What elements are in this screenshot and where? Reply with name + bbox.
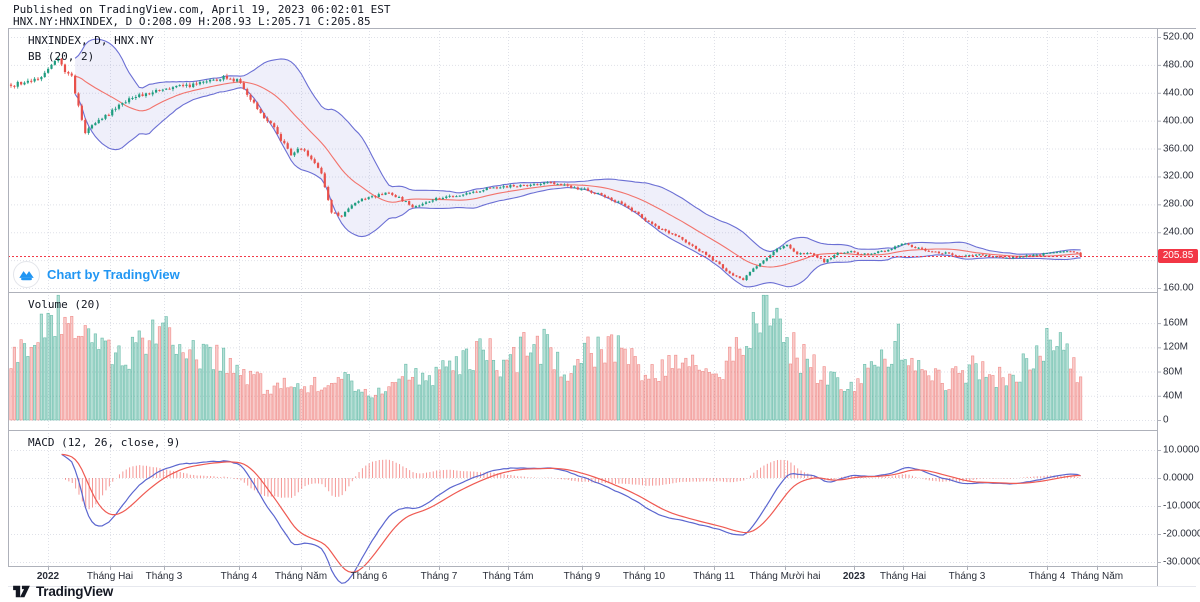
time-tick-label: 2022 xyxy=(36,571,60,582)
price-tick-label: 520.00 xyxy=(1163,31,1194,43)
price-tick-label: 280.00 xyxy=(1163,198,1194,210)
time-tick-label: Tháng 3 xyxy=(948,571,986,582)
macd-legend[interactable]: MACD (12, 26, close, 9) xyxy=(28,436,180,449)
time-tick-mark xyxy=(714,566,715,570)
price-tick-label: 400.00 xyxy=(1163,115,1194,127)
tradingview-cloud-icon xyxy=(13,261,40,288)
time-tick-label: Tháng 4 xyxy=(1028,571,1066,582)
price-tick-label: 480.00 xyxy=(1163,59,1194,71)
time-tick-label: Tháng Tám xyxy=(482,571,534,582)
volume-tick-label: 0 xyxy=(1163,414,1169,426)
price-tick-label: 320.00 xyxy=(1163,170,1194,182)
time-tick-label: Tháng 3 xyxy=(145,571,183,582)
price-tick-label: 240.00 xyxy=(1163,226,1194,238)
time-tick-label: Tháng 10 xyxy=(622,571,666,582)
tradingview-watermark-link[interactable]: Chart by TradingView xyxy=(13,261,180,288)
time-tick-mark xyxy=(301,566,302,570)
price-tick-label: 160.00 xyxy=(1163,282,1194,294)
time-tick-label: Tháng 7 xyxy=(420,571,458,582)
volume-legend[interactable]: Volume (20) xyxy=(28,298,101,311)
time-tick-label: Tháng 4 xyxy=(220,571,258,582)
time-tick-mark xyxy=(785,566,786,570)
time-tick-mark xyxy=(903,566,904,570)
macd-tick-label: -20.0000 xyxy=(1163,528,1200,540)
volume-tick-label: 120M xyxy=(1163,341,1189,353)
volume-tick-label: 80M xyxy=(1163,366,1183,378)
volume-tick-label: 160M xyxy=(1163,317,1189,329)
time-tick-label: Tháng 6 xyxy=(350,571,388,582)
time-tick-mark xyxy=(164,566,165,570)
macd-tick-label: -10.0000 xyxy=(1163,500,1200,512)
macd-tick-label: 0.0000 xyxy=(1163,472,1194,484)
time-tick-mark xyxy=(110,566,111,570)
time-tick-label: Tháng Năm xyxy=(274,571,328,582)
time-scale[interactable]: 2022 Tháng Hai Tháng 3 Tháng 4 Tháng Năm Thán… xyxy=(0,566,1200,587)
time-tick-mark xyxy=(967,566,968,570)
last-price-badge: 205.85 xyxy=(1158,249,1198,264)
watermark-label: Chart by TradingView xyxy=(47,267,180,282)
time-tick-label: Tháng Hai xyxy=(86,571,134,582)
macd-tick-label: 10.0000 xyxy=(1163,444,1200,456)
time-tick-mark xyxy=(369,566,370,570)
time-tick-mark xyxy=(644,566,645,570)
time-tick-label: Tháng Mười hai xyxy=(749,571,821,582)
time-tick-label: Tháng Hai xyxy=(879,571,927,582)
time-tick-label: 2023 xyxy=(842,571,866,582)
time-tick-mark xyxy=(1047,566,1048,570)
time-tick-mark xyxy=(439,566,440,570)
time-tick-label: Tháng 11 xyxy=(693,571,735,582)
time-tick-mark xyxy=(508,566,509,570)
bollinger-legend[interactable]: BB (20, 2) xyxy=(28,50,94,63)
time-tick-mark xyxy=(239,566,240,570)
time-tick-mark xyxy=(854,566,855,570)
time-tick-mark xyxy=(48,566,49,570)
time-tick-mark xyxy=(582,566,583,570)
chart-canvas[interactable] xyxy=(0,0,1200,602)
time-tick-mark xyxy=(1097,566,1098,570)
price-tick-label: 360.00 xyxy=(1163,143,1194,155)
volume-tick-label: 40M xyxy=(1163,390,1183,402)
time-tick-label: Tháng 9 xyxy=(563,571,601,582)
tradingview-published-chart: { "header": { "line1": "Published on Tra… xyxy=(0,0,1200,602)
macd-tick-label: -30.0000 xyxy=(1163,556,1200,568)
price-tick-label: 440.00 xyxy=(1163,87,1194,99)
main-panel-legend-symbol[interactable]: HNXINDEX, D, HNX.NY xyxy=(28,34,154,47)
time-tick-label: Tháng Năm xyxy=(1070,571,1124,582)
